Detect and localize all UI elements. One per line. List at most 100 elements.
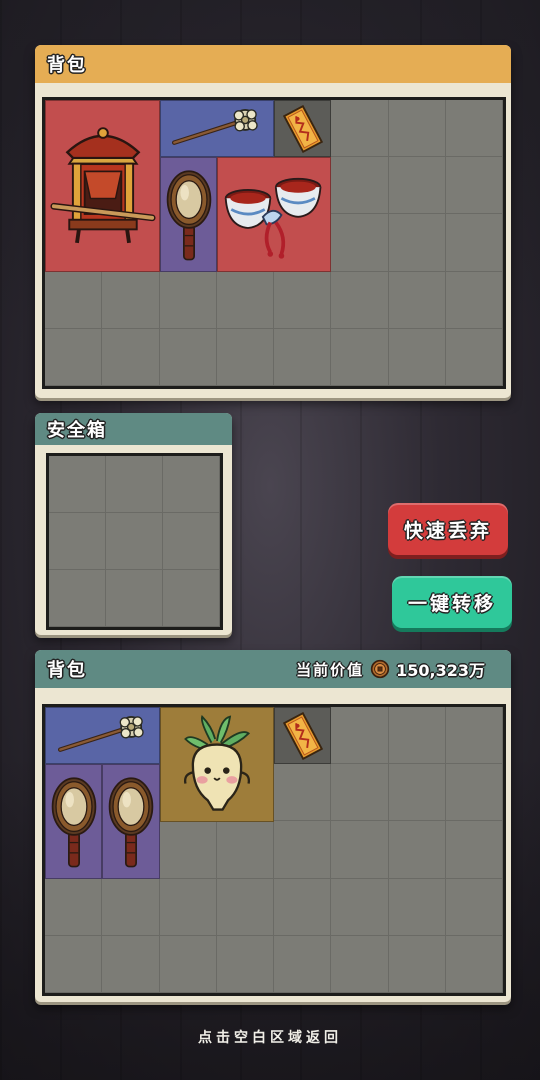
item-hand-mirror[interactable] <box>160 157 217 272</box>
grid-slot[interactable] <box>159 935 217 993</box>
mandrake-creature-icon <box>165 713 269 817</box>
grid-slot[interactable] <box>445 328 503 386</box>
grid-slot[interactable] <box>102 878 160 936</box>
grid-slot[interactable] <box>45 271 103 329</box>
safe-slot[interactable] <box>49 570 106 627</box>
porcelain-cups-icon <box>222 163 326 267</box>
bottom-backpack-title: 背包 <box>47 660 87 681</box>
grid-slot[interactable] <box>331 100 389 158</box>
grid-slot[interactable] <box>274 878 332 936</box>
bottom-backpack-grid <box>42 704 506 996</box>
grid-slot[interactable] <box>216 878 274 936</box>
grid-slot[interactable] <box>445 707 503 765</box>
safe-box-panel: 安全箱 <box>35 413 232 635</box>
grid-slot[interactable] <box>445 100 503 158</box>
grid-slot[interactable] <box>331 878 389 936</box>
item-hairpin[interactable] <box>45 707 160 764</box>
grid-slot[interactable] <box>388 935 446 993</box>
grid-slot[interactable] <box>388 821 446 879</box>
grid-slot[interactable] <box>159 821 217 879</box>
copper-coin-icon <box>370 659 390 679</box>
grid-slot[interactable] <box>445 821 503 879</box>
safe-slot[interactable] <box>106 513 163 570</box>
grid-slot[interactable] <box>388 271 446 329</box>
grid-slot[interactable] <box>388 157 446 215</box>
safe-box-title: 安全箱 <box>47 420 107 441</box>
grid-slot[interactable] <box>45 328 103 386</box>
tap-blank-to-return-hint[interactable]: 点击空白区域返回 <box>0 1027 540 1047</box>
safe-slot[interactable] <box>49 513 106 570</box>
grid-slot[interactable] <box>274 271 332 329</box>
item-sedan-chair[interactable] <box>45 100 160 272</box>
hairpin-icon <box>53 713 153 759</box>
grid-slot[interactable] <box>159 878 217 936</box>
quick-discard-button[interactable]: 快速丢弃 <box>388 503 508 555</box>
grid-slot[interactable] <box>331 328 389 386</box>
bottom-backpack-panel: 背包 当前价值 150,323万 <box>35 650 511 1002</box>
grid-slot[interactable] <box>388 328 446 386</box>
grid-slot[interactable] <box>274 328 332 386</box>
grid-slot[interactable] <box>331 764 389 822</box>
grid-slot[interactable] <box>445 214 503 272</box>
top-backpack-grid <box>42 97 506 389</box>
item-mandrake-creature[interactable] <box>160 707 274 822</box>
safe-slot[interactable] <box>106 570 163 627</box>
bottom-backpack-header: 背包 当前价值 150,323万 <box>35 650 511 688</box>
item-porcelain-cups[interactable] <box>217 157 331 272</box>
grid-slot[interactable] <box>388 707 446 765</box>
grid-slot[interactable] <box>445 764 503 822</box>
grid-slot[interactable] <box>388 878 446 936</box>
grid-slot[interactable] <box>445 878 503 936</box>
grid-slot[interactable] <box>331 821 389 879</box>
grid-slot[interactable] <box>274 764 332 822</box>
safe-slot[interactable] <box>106 456 163 513</box>
item-talisman[interactable] <box>274 707 331 764</box>
grid-slot[interactable] <box>216 935 274 993</box>
grid-slot[interactable] <box>216 328 274 386</box>
top-backpack-panel: 背包 <box>35 45 511 398</box>
hand-mirror-icon <box>50 770 98 874</box>
item-hand-mirror[interactable] <box>45 764 102 879</box>
grid-slot[interactable] <box>159 271 217 329</box>
grid-slot[interactable] <box>331 707 389 765</box>
grid-slot[interactable] <box>159 328 217 386</box>
talisman-icon <box>279 105 327 153</box>
grid-slot[interactable] <box>102 935 160 993</box>
grid-slot[interactable] <box>445 157 503 215</box>
safe-slot[interactable] <box>49 456 106 513</box>
grid-slot[interactable] <box>102 271 160 329</box>
grid-slot[interactable] <box>331 214 389 272</box>
grid-slot[interactable] <box>445 935 503 993</box>
sedan-chair-icon <box>50 121 156 251</box>
top-backpack-title: 背包 <box>47 55 87 76</box>
grid-slot[interactable] <box>331 935 389 993</box>
safe-slot[interactable] <box>163 570 220 627</box>
item-hand-mirror[interactable] <box>102 764 160 879</box>
grid-slot[interactable] <box>388 214 446 272</box>
grid-slot[interactable] <box>331 271 389 329</box>
grid-slot[interactable] <box>274 821 332 879</box>
hairpin-icon <box>167 106 267 152</box>
grid-slot[interactable] <box>274 935 332 993</box>
grid-slot[interactable] <box>102 328 160 386</box>
grid-slot[interactable] <box>388 764 446 822</box>
grid-slot[interactable] <box>331 157 389 215</box>
grid-slot[interactable] <box>45 878 103 936</box>
safe-slot[interactable] <box>163 456 220 513</box>
item-talisman[interactable] <box>274 100 331 157</box>
top-backpack-header: 背包 <box>35 45 511 83</box>
one-key-transfer-button[interactable]: 一键转移 <box>392 576 512 628</box>
current-value-label: 当前价值 <box>296 660 365 679</box>
safe-box-header: 安全箱 <box>35 413 232 445</box>
safe-slot[interactable] <box>163 513 220 570</box>
hand-mirror-icon <box>107 770 155 874</box>
hand-mirror-icon <box>165 163 213 267</box>
grid-slot[interactable] <box>445 271 503 329</box>
grid-slot[interactable] <box>216 821 274 879</box>
grid-slot[interactable] <box>216 271 274 329</box>
grid-slot[interactable] <box>45 935 103 993</box>
grid-slot[interactable] <box>388 100 446 158</box>
safe-box-grid <box>46 453 223 630</box>
item-hairpin[interactable] <box>160 100 274 157</box>
current-value-amount: 150,323万 <box>396 661 485 680</box>
